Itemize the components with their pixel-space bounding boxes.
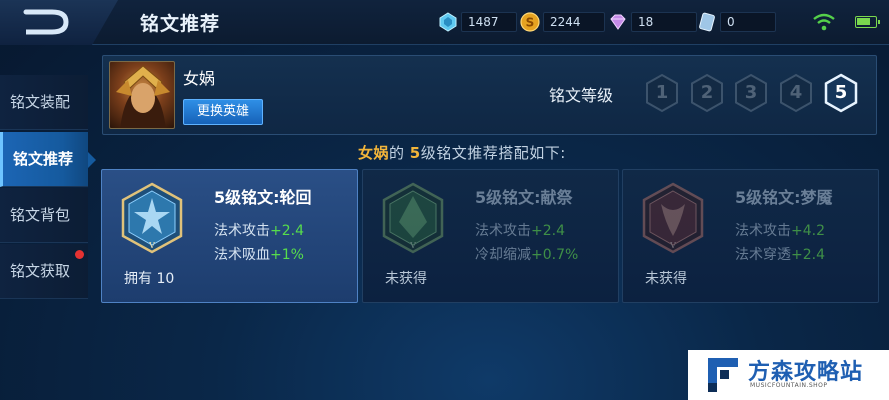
level-option-1[interactable]: 1 xyxy=(644,73,680,113)
rune-stat: 法术攻击+2.4 xyxy=(475,223,565,239)
hero-name: 女娲 xyxy=(183,69,216,88)
rune-stat: 法术穿透+2.4 xyxy=(735,247,825,263)
rune-card-mengyan[interactable]: V 5级铭文:梦魇 法术攻击+4.2 法术穿透+2.4 未获得 xyxy=(622,169,879,303)
hero-panel: 女娲 更换英雄 铭文等级 1 2 3 4 5 xyxy=(102,55,877,135)
sidebar-item-bag[interactable]: 铭文背包 xyxy=(0,188,88,243)
sidebar-item-recommend[interactable]: 铭文推荐 xyxy=(0,132,96,187)
sidebar-item-label: 铭文推荐 xyxy=(13,150,74,168)
crystal-counter: 1487 xyxy=(438,12,517,32)
hero-avatar[interactable] xyxy=(109,61,175,129)
level-option-3[interactable]: 3 xyxy=(733,73,769,113)
rune-emblem-icon: V xyxy=(121,182,183,254)
crystal-icon xyxy=(438,12,458,32)
page-title: 铭文推荐 xyxy=(140,13,221,35)
notification-badge xyxy=(75,250,84,259)
rune-level-label: 铭文等级 xyxy=(549,86,614,105)
watermark: 方森攻略站 MUSICFOUNTAIN.SHOP xyxy=(688,350,889,400)
rune-card-title: 5级铭文:轮回 xyxy=(214,188,312,207)
svg-text:V: V xyxy=(148,241,155,250)
level-option-5[interactable]: 5 xyxy=(823,73,859,113)
sidebar-item-equip[interactable]: 铭文装配 xyxy=(0,75,88,130)
recommendation-heading: 女娲的 5级铭文推荐搭配如下: xyxy=(358,144,566,162)
watermark-subtitle: MUSICFOUNTAIN.SHOP xyxy=(750,382,828,389)
rune-card-lunhui[interactable]: V 5级铭文:轮回 法术攻击+2.4 法术吸血+1% 拥有 10 xyxy=(101,169,358,303)
rune-card-title: 5级铭文:献祭 xyxy=(475,188,573,207)
svg-text:V: V xyxy=(409,241,416,250)
svg-text:S: S xyxy=(526,16,535,30)
rune-stat: 冷却缩减+0.7% xyxy=(475,247,579,263)
rune-owned-status: 未获得 xyxy=(645,271,687,287)
wifi-icon xyxy=(813,13,835,31)
sidebar-item-label: 铭文获取 xyxy=(10,262,71,280)
voucher-icon xyxy=(697,12,717,32)
sidebar-item-label: 铭文装配 xyxy=(10,93,71,111)
top-bar: 铭文推荐 1487 S 2244 18 0 xyxy=(0,0,889,45)
rune-emblem-icon: V xyxy=(642,182,704,254)
battery-icon xyxy=(855,16,880,28)
rune-stat: 法术吸血+1% xyxy=(214,247,304,263)
level-option-2[interactable]: 2 xyxy=(689,73,725,113)
back-button[interactable] xyxy=(0,0,118,45)
site-logo-icon xyxy=(708,358,738,392)
gold-counter: S 2244 xyxy=(520,12,605,32)
back-arrow-icon xyxy=(23,9,69,35)
sidebar: 铭文装配 铭文推荐 铭文背包 铭文获取 xyxy=(0,45,96,400)
rune-card-xianji[interactable]: V 5级铭文:献祭 法术攻击+2.4 冷却缩减+0.7% 未获得 xyxy=(362,169,619,303)
rune-stat: 法术攻击+2.4 xyxy=(214,223,304,239)
level-option-4[interactable]: 4 xyxy=(778,73,814,113)
rune-card-title: 5级铭文:梦魇 xyxy=(735,188,833,207)
rune-owned-count: 拥有 10 xyxy=(124,271,175,287)
gold-coin-icon: S xyxy=(520,12,540,32)
sidebar-item-label: 铭文背包 xyxy=(10,206,71,224)
voucher-counter: 0 xyxy=(697,12,776,32)
sidebar-item-obtain[interactable]: 铭文获取 xyxy=(0,244,88,299)
rune-owned-status: 未获得 xyxy=(385,271,427,287)
diamond-icon xyxy=(608,12,628,32)
diamond-counter: 18 xyxy=(608,12,697,32)
svg-text:V: V xyxy=(669,241,676,250)
rune-stat: 法术攻击+4.2 xyxy=(735,223,825,239)
change-hero-button[interactable]: 更换英雄 xyxy=(183,99,263,125)
rune-emblem-icon: V xyxy=(382,182,444,254)
